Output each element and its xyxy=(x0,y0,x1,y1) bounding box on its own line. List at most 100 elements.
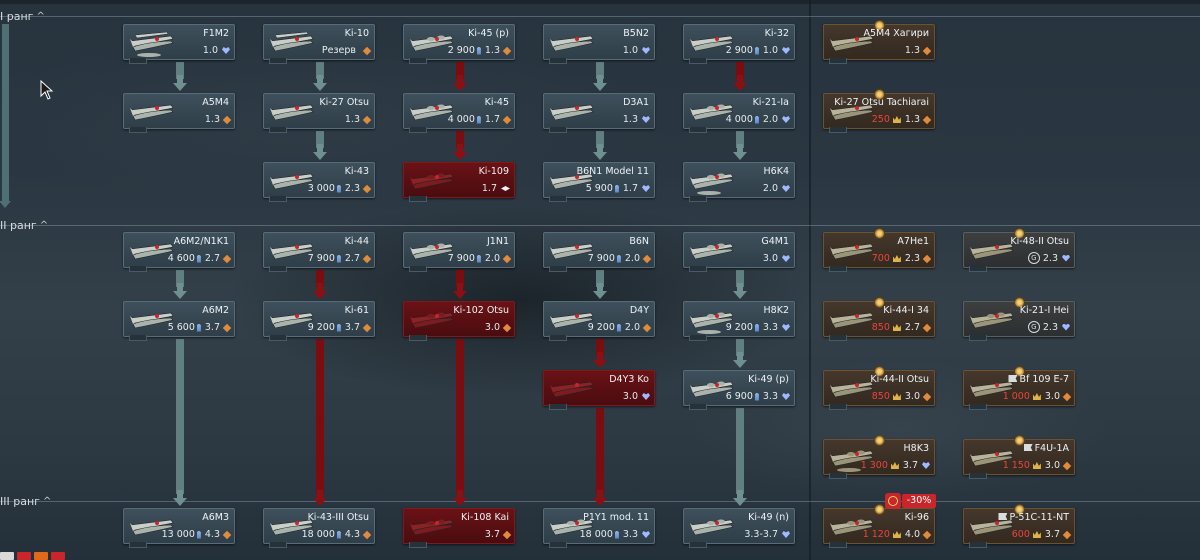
vehicle-cost: 2 900 xyxy=(725,45,753,56)
battle-rating: 3.3 xyxy=(762,391,778,402)
vehicle-card-ki48[interactable]: Ki-48-II Otsu G 2.3 xyxy=(963,228,1075,272)
vehicle-card-d4y3[interactable]: D4Y3 Ko 3.0 xyxy=(543,370,655,410)
vehicle-stats: 1 150 3.0 xyxy=(1003,460,1072,471)
vehicle-card-p51c[interactable]: P-51C-11-NT 600 3.7 xyxy=(963,504,1075,548)
vehicle-name: A5M4 Хагири xyxy=(863,28,929,39)
discount-badge: -30% xyxy=(902,494,936,508)
rank-header-3[interactable]: III ранг ^ xyxy=(0,495,51,508)
vehicle-card-h8k2[interactable]: H8K2 9 200 3.3 xyxy=(683,301,795,341)
diamond-icon xyxy=(502,46,512,55)
flag-icon[interactable] xyxy=(51,552,65,560)
vehicle-card-a5m4h[interactable]: A5M4 Хагири 1.3 xyxy=(823,20,935,64)
vehicle-card-ki102[interactable]: Ki-102 Otsu 3.0 xyxy=(403,301,515,341)
vehicle-name: H8K3 xyxy=(903,443,929,454)
rank-header-2[interactable]: II ранг ^ xyxy=(0,219,48,232)
arrow-down-icon xyxy=(173,283,187,299)
vehicle-card-ki44i34[interactable]: Ki-44-I 34 850 2.7 xyxy=(823,297,935,341)
vehicle-name: Ki-43-III Otsu xyxy=(307,512,369,523)
vehicle-card-ki96[interactable]: Ki-96 1 120 4.0 xyxy=(823,504,935,548)
vehicle-card-ki109[interactable]: Ki-109 1.7 xyxy=(403,162,515,202)
vehicle-card-ki108[interactable]: Ki-108 Kai 3.7 xyxy=(403,508,515,548)
diamond-icon xyxy=(222,323,232,332)
heart-icon xyxy=(782,47,790,54)
vehicle-card-a5m4[interactable]: A5M4 1.3 xyxy=(123,93,235,133)
battle-rating: 1.0 xyxy=(202,45,218,56)
vehicle-card-bf109e7[interactable]: Bf 109 E-7 1 000 3.0 xyxy=(963,366,1075,410)
vehicle-stats: 1.0 xyxy=(623,45,650,56)
arrow-down-icon xyxy=(733,75,747,91)
vehicle-card-a6m3[interactable]: A6M3 13 000 4.3 xyxy=(123,508,235,548)
battle-rating: 2.0 xyxy=(762,183,778,194)
vehicle-card-p1y1[interactable]: P1Y1 mod. 11 18 000 3.3 xyxy=(543,508,655,548)
arrow-down-icon xyxy=(593,144,607,160)
vehicle-card-d4y[interactable]: D4Y 9 200 2.0 xyxy=(543,301,655,341)
crown-icon xyxy=(890,462,899,469)
vehicle-stats: 1 120 4.0 xyxy=(862,529,932,540)
vehicle-card-ki49p[interactable]: Ki-49 (p) 6 900 3.3 xyxy=(683,370,795,410)
dive-bomber-icon xyxy=(547,96,597,128)
arrow-down-icon xyxy=(313,490,327,506)
battle-rating: 1.7 xyxy=(622,183,638,194)
vehicle-card-ki27otsu[interactable]: Ki-27 Otsu 1.3 xyxy=(263,93,375,133)
vehicle-card-ki27tach[interactable]: Ki-27 Otsu Tachiarai 250 1.3 xyxy=(823,89,935,133)
vehicle-card-b6n1[interactable]: B6N1 Model 11 5 900 1.7 xyxy=(543,162,655,202)
vehicle-card-ki21hei[interactable]: Ki-21-I Hei G 2.3 xyxy=(963,297,1075,341)
vehicle-stats: 9 200 3.3 xyxy=(726,322,790,333)
research-points-icon xyxy=(476,254,481,263)
vehicle-card-ki44iiotsu[interactable]: Ki-44-II Otsu 850 3.0 xyxy=(823,366,935,410)
battle-rating: 1.7 xyxy=(484,114,500,125)
vehicle-card-f4u1a[interactable]: F4U-1A 1 150 3.0 xyxy=(963,435,1075,479)
battle-rating: 3.3 xyxy=(622,529,638,540)
heart-icon xyxy=(782,531,790,538)
heart-icon xyxy=(782,116,790,123)
vehicle-card-a6m2[interactable]: A6M2 5 600 3.7 xyxy=(123,301,235,341)
vehicle-card-h6k4[interactable]: H6K4 2.0 xyxy=(683,162,795,202)
vehicle-card-ki61[interactable]: Ki-61 9 200 3.7 xyxy=(263,301,375,341)
vehicle-stats: 3.7 xyxy=(485,529,512,540)
vehicle-card-ki45[interactable]: Ki-45 4 000 1.7 xyxy=(403,93,515,133)
diamond-icon xyxy=(362,323,372,332)
vehicle-card-a6m2n1k1[interactable]: A6M2/N1K1 4 600 2.7 xyxy=(123,232,235,272)
flag-icon[interactable] xyxy=(0,552,14,560)
battle-rating: 1.3 xyxy=(344,114,360,125)
heart-icon xyxy=(642,393,650,400)
bomber-icon xyxy=(407,165,457,197)
vehicle-card-a7he1[interactable]: A7He1 700 2.3 xyxy=(823,228,935,272)
vehicle-cost: 9 200 xyxy=(725,322,753,333)
research-points-icon xyxy=(754,115,759,124)
vehicle-cost: 1 120 xyxy=(862,529,890,540)
rank-label: I ранг xyxy=(0,10,34,23)
battle-rating: 2.0 xyxy=(484,253,500,264)
vehicle-card-d3a1[interactable]: D3A1 1.3 xyxy=(543,93,655,133)
vehicle-card-b6n[interactable]: B6N 7 900 2.0 xyxy=(543,232,655,272)
diamond-icon xyxy=(1062,461,1072,470)
rank-header-1[interactable]: I ранг ^ xyxy=(0,10,45,23)
vehicle-card-ki10[interactable]: Ki-10 Резерв xyxy=(263,24,375,64)
flag-icon[interactable] xyxy=(34,552,48,560)
vehicle-card-h8k3[interactable]: H8K3 1 300 3.7 xyxy=(823,435,935,479)
vehicle-card-ki49n[interactable]: Ki-49 (n) 3.3-3.7 xyxy=(683,508,795,548)
diamond-icon xyxy=(362,254,372,263)
battle-rating: 3.0 xyxy=(1044,460,1060,471)
vehicle-name: Bf 109 E-7 xyxy=(1008,374,1069,385)
battle-rating: 3.0 xyxy=(1044,391,1060,402)
vehicle-card-ki43[interactable]: Ki-43 3 000 2.3 xyxy=(263,162,375,202)
vehicle-name: D4Y3 Ko xyxy=(609,374,649,385)
vehicle-stats: 1.3 xyxy=(623,114,650,125)
vehicle-card-ki43iii[interactable]: Ki-43-III Otsu 18 000 4.3 xyxy=(263,508,375,548)
vehicle-card-f1m2[interactable]: F1M2 1.0 xyxy=(123,24,235,64)
heart-icon xyxy=(642,47,650,54)
vehicle-card-g4m1[interactable]: G4M1 3.0 xyxy=(683,232,795,272)
vehicle-card-b5n2[interactable]: B5N2 1.0 xyxy=(543,24,655,64)
arrow-down-icon xyxy=(733,144,747,160)
vehicle-card-ki44[interactable]: Ki-44 7 900 2.7 xyxy=(263,232,375,272)
vehicle-card-j1n1[interactable]: J1N1 7 900 2.0 xyxy=(403,232,515,272)
crown-icon xyxy=(892,255,901,262)
crown-icon xyxy=(892,531,901,538)
arrow-down-icon xyxy=(313,144,327,160)
vehicle-card-ki32[interactable]: Ki-32 2 900 1.0 xyxy=(683,24,795,64)
vehicle-card-ki21ia[interactable]: Ki-21-Ia 4 000 2.0 xyxy=(683,93,795,133)
flag-icon[interactable] xyxy=(17,552,31,560)
vehicle-card-ki45p[interactable]: Ki-45 (p) 2 900 1.3 xyxy=(403,24,515,64)
vehicle-stats: 7 900 2.7 xyxy=(308,253,372,264)
